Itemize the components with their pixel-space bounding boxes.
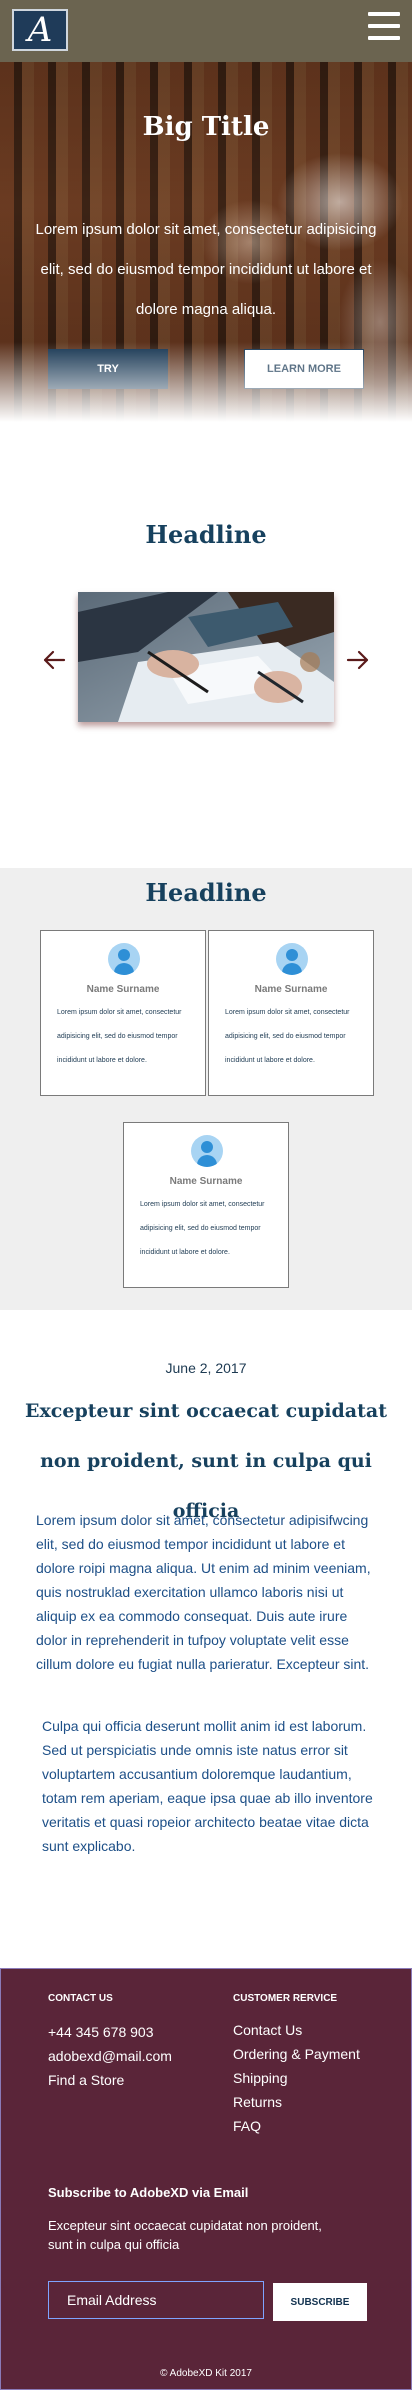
avatar-icon [276,943,308,975]
hero-section: Big Title Lorem ipsum dolor sit amet, co… [0,62,412,422]
subscribe-title: Subscribe to AdobeXD via Email [48,2185,249,2200]
article-date: June 2, 2017 [165,1360,247,1376]
contact-email[interactable]: adobexd@mail.com [48,2044,172,2068]
member-bio: Lorem ipsum dolor sit amet, consectetur … [57,1009,182,1064]
arrow-right-icon[interactable] [346,648,370,672]
find-store-link[interactable]: Find a Store [48,2068,172,2092]
contact-list: +44 345 678 903 adobexd@mail.com Find a … [48,2020,172,2092]
carousel-headline: Headline [145,520,267,549]
business-meeting-image [78,592,334,722]
member-bio: Lorem ipsum dolor sit amet, consectetur … [225,1009,350,1064]
avatar-icon [191,1135,223,1167]
service-link-contact[interactable]: Contact Us [233,2018,360,2042]
article-paragraph-2: Culpa qui officia deserunt mollit anim i… [42,1718,373,1854]
member-name: Name Surname [254,984,328,995]
top-bar: A [0,0,412,62]
service-link-ordering[interactable]: Ordering & Payment [233,2042,360,2066]
service-link-faq[interactable]: FAQ [233,2114,360,2138]
team-section: Headline Name Surname Lorem ipsum dolor … [0,868,412,1310]
member-bio: Lorem ipsum dolor sit amet, consectetur … [140,1201,265,1256]
service-links: Contact Us Ordering & Payment Shipping R… [233,2018,360,2138]
team-headline: Headline [145,878,267,907]
team-card[interactable]: Name Surname Lorem ipsum dolor sit amet,… [208,930,374,1096]
arrow-left-icon[interactable] [42,648,66,672]
copyright: © AdobeXD Kit 2017 [160,2368,252,2379]
member-name: Name Surname [169,1176,243,1187]
email-input[interactable] [48,2281,264,2319]
subscribe-button[interactable]: SUBSCRIBE [273,2283,367,2321]
hamburger-menu-icon[interactable] [368,12,400,40]
subscribe-text: Excepteur sint occaecat cupidatat non pr… [48,2218,322,2252]
service-heading: CUSTOMER RERVICE [233,1993,338,2004]
team-card[interactable]: Name Surname Lorem ipsum dolor sit amet,… [40,930,206,1096]
article-paragraph-1: Lorem ipsum dolor sit amet, consectetur … [36,1512,371,1672]
team-card[interactable]: Name Surname Lorem ipsum dolor sit amet,… [123,1122,289,1288]
page: A Big Title Lorem ipsum dolor sit amet, … [0,0,412,2390]
member-name: Name Surname [86,984,160,995]
logo-letter: A [27,10,53,50]
learn-more-button[interactable]: LEARN MORE [244,349,364,389]
hero-text: Lorem ipsum dolor sit amet, consectetur … [35,221,377,318]
carousel-slide-image[interactable] [78,592,334,722]
service-link-shipping[interactable]: Shipping [233,2066,360,2090]
contact-phone[interactable]: +44 345 678 903 [48,2020,172,2044]
service-link-returns[interactable]: Returns [233,2090,360,2114]
logo[interactable]: A [12,9,68,51]
avatar-icon [108,943,140,975]
contact-heading: CONTACT US [48,1993,113,2004]
try-button[interactable]: TRY [48,349,168,389]
hero-title: Big Title [142,112,270,142]
